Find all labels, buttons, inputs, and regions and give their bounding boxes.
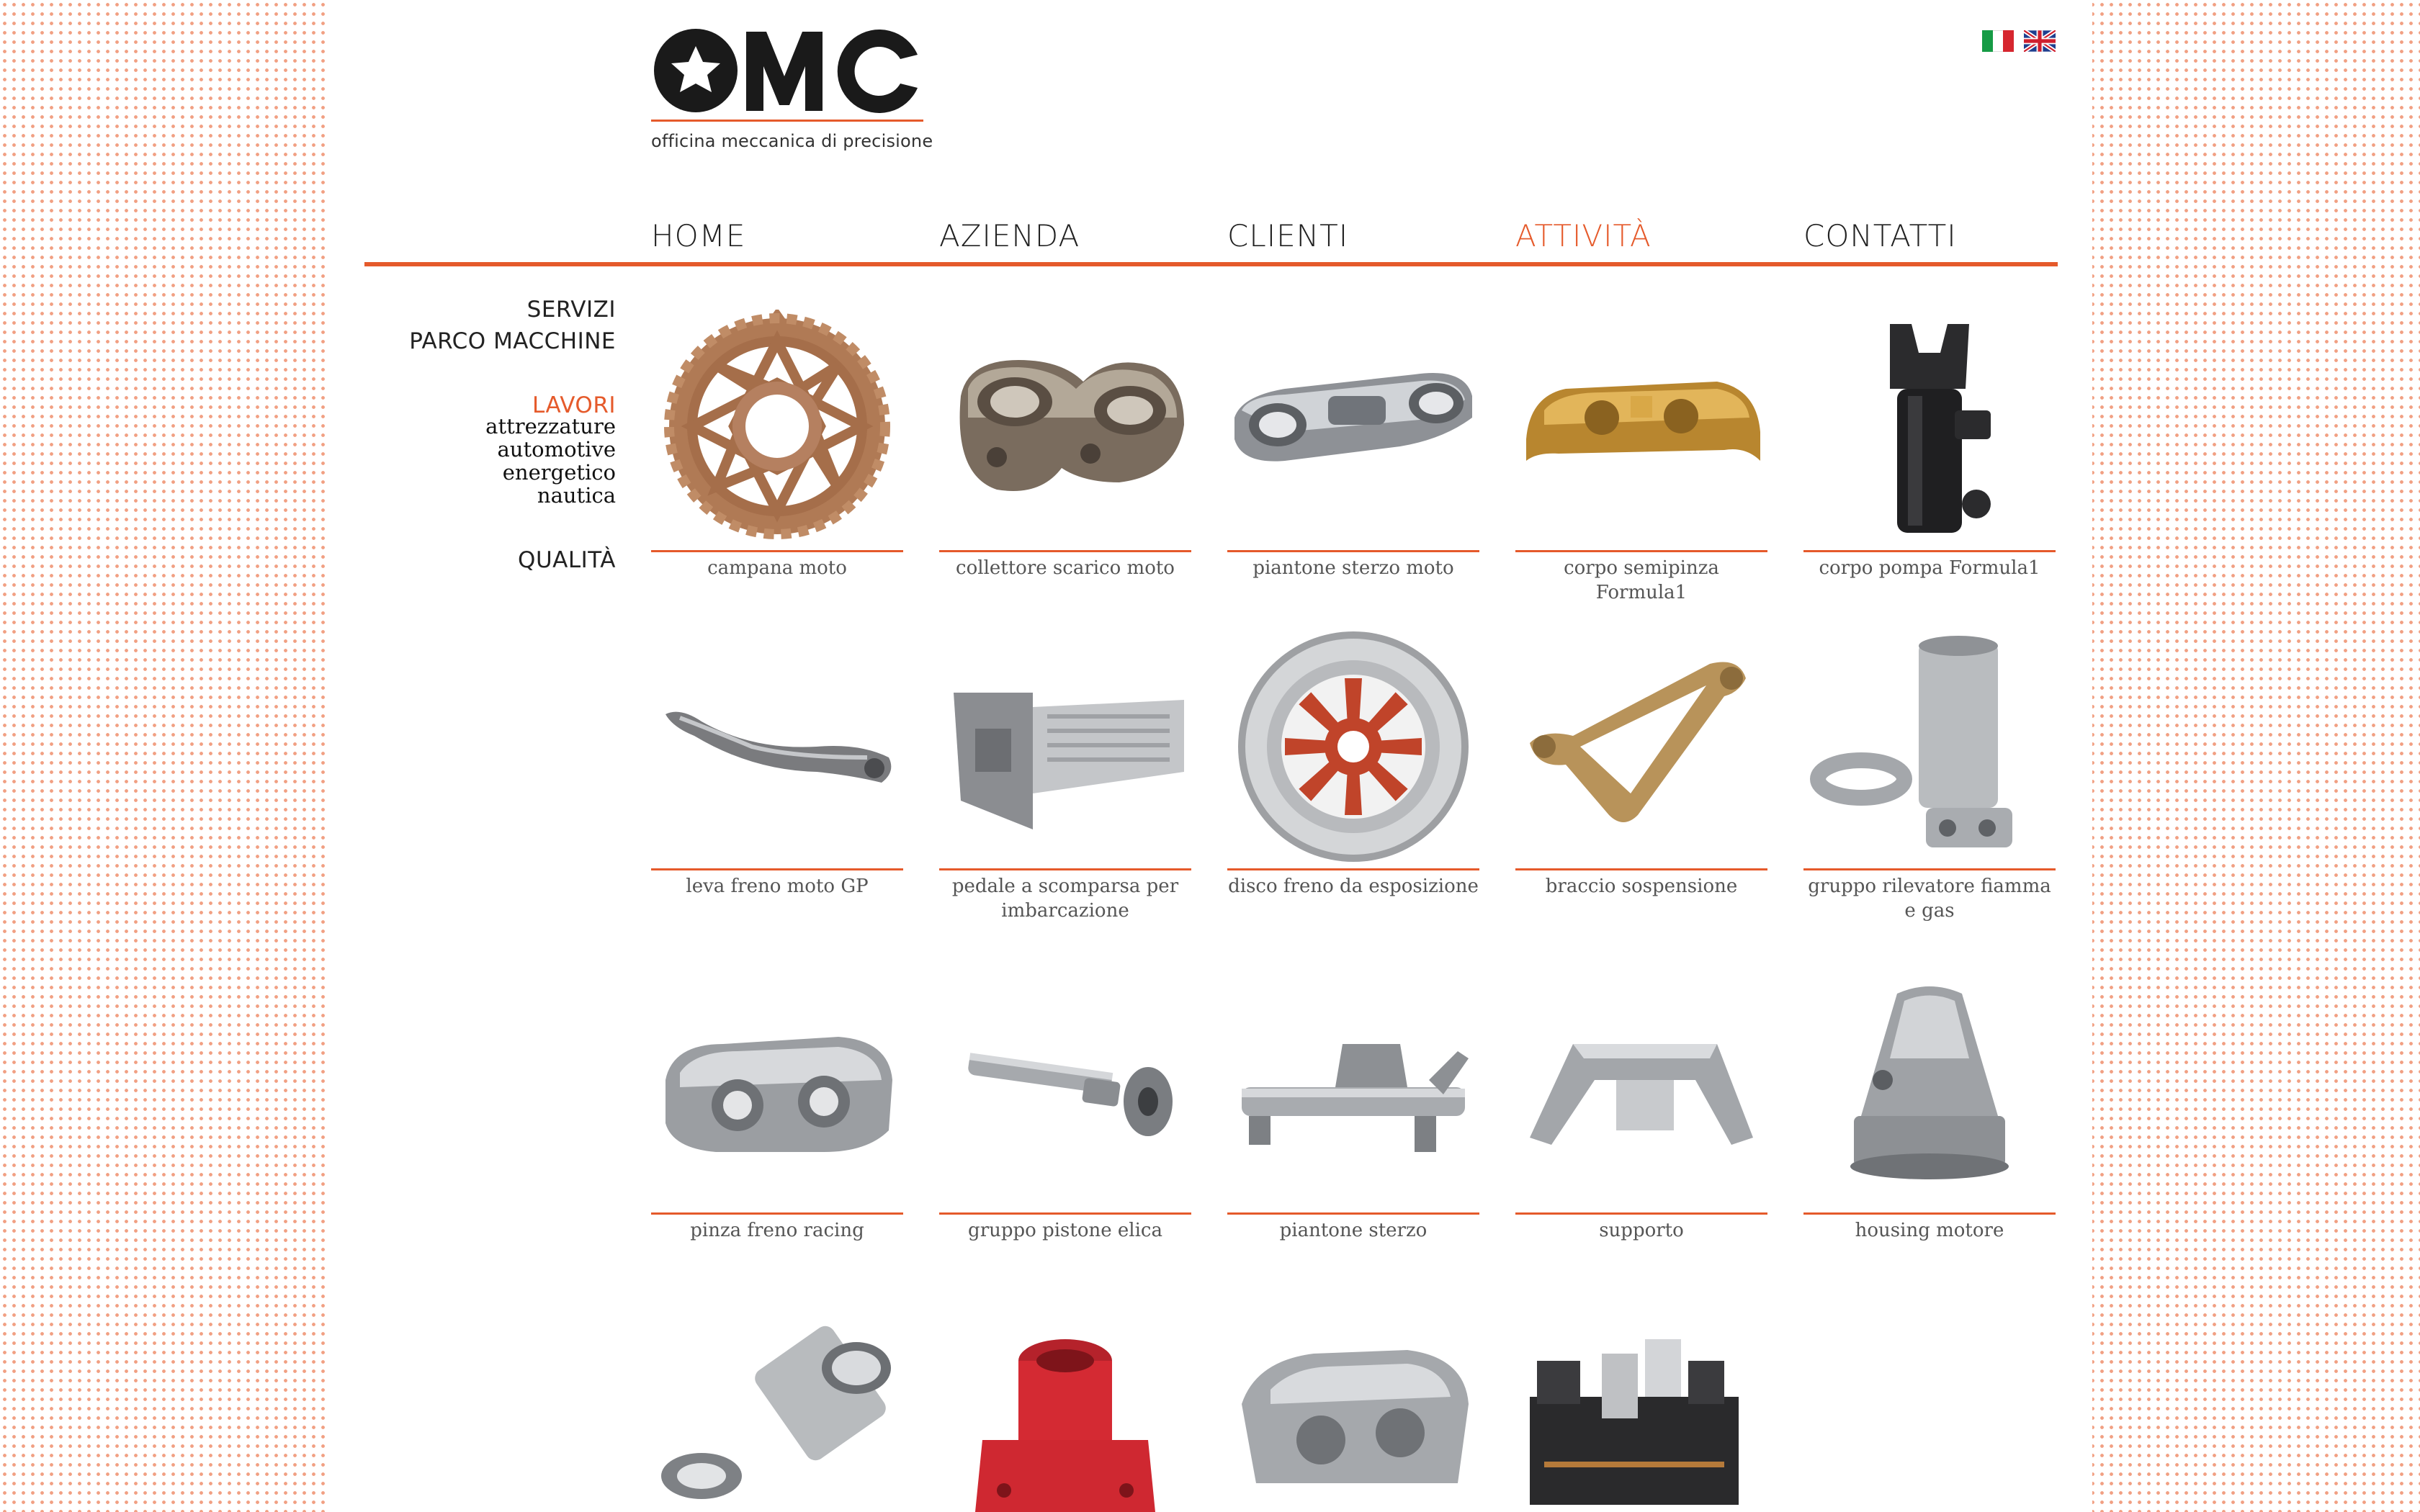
product-card[interactable] bbox=[1227, 1318, 1479, 1512]
product-caption: piantone sterzo moto bbox=[1252, 557, 1454, 579]
brake-disc-image bbox=[1238, 631, 1469, 862]
sidebar-item-servizi[interactable]: SERVIZI bbox=[527, 297, 616, 323]
product-card[interactable] bbox=[1515, 1318, 1767, 1512]
product-caption: braccio sospensione bbox=[1545, 876, 1738, 897]
flame-detector-image bbox=[1810, 636, 2012, 847]
cylinder-parts-image bbox=[661, 1326, 891, 1499]
product-caption: gruppo pistone elica bbox=[968, 1220, 1162, 1241]
product-caption: disco freno da esposizione bbox=[1228, 876, 1479, 897]
card-divider bbox=[651, 550, 903, 552]
product-card[interactable]: collettore scarico moto bbox=[939, 310, 1191, 590]
nav-clienti[interactable]: CLIENTI bbox=[1227, 218, 1348, 253]
suspension-arm-image bbox=[1530, 662, 1746, 822]
card-divider bbox=[651, 1212, 903, 1215]
card-divider bbox=[1803, 550, 2056, 552]
sidebar-item-qualita[interactable]: QUALITÀ bbox=[518, 547, 616, 573]
product-caption: supporto bbox=[1599, 1220, 1684, 1241]
brake-caliper-gold-image bbox=[1526, 382, 1760, 461]
red-housing-image bbox=[975, 1339, 1155, 1512]
card-divider bbox=[1803, 868, 2056, 870]
card-divider bbox=[1515, 550, 1767, 552]
product-caption: corpo semipinza Formula1 bbox=[1564, 557, 1719, 603]
product-caption: housing motore bbox=[1855, 1220, 2004, 1241]
card-divider bbox=[939, 550, 1191, 552]
motor-housing-image bbox=[1850, 986, 2009, 1179]
product-card[interactable]: supporto bbox=[1515, 972, 1767, 1246]
pump-body-image bbox=[1890, 324, 1991, 533]
nav-azienda[interactable]: AZIENDA bbox=[939, 218, 1080, 253]
card-divider bbox=[651, 868, 903, 870]
card-divider bbox=[1227, 868, 1479, 870]
product-card[interactable]: gruppo pistone elica bbox=[939, 972, 1191, 1246]
sidebar-subitem-nautica[interactable]: nautica bbox=[537, 484, 616, 507]
product-caption: gruppo rilevatore fiamma e gas bbox=[1808, 876, 2051, 922]
steering-yoke-image bbox=[1234, 373, 1472, 462]
sidebar-subitem-attrezzature[interactable]: attrezzature bbox=[485, 415, 616, 438]
product-caption: leva freno moto GP bbox=[686, 876, 869, 897]
product-caption: piantone sterzo bbox=[1279, 1220, 1428, 1241]
propeller-piston-image bbox=[968, 1053, 1173, 1136]
sidebar-subitem-energetico[interactable]: energetico bbox=[503, 461, 616, 484]
logo-tagline: officina meccanica di precisione bbox=[651, 131, 933, 151]
omc-logo-mark bbox=[654, 29, 918, 113]
card-divider bbox=[1227, 1212, 1479, 1215]
racing-caliper-image bbox=[666, 1037, 892, 1152]
logo[interactable]: officina meccanica di precisione bbox=[651, 26, 933, 163]
product-caption: collettore scarico moto bbox=[956, 557, 1175, 579]
italian-flag-icon[interactable] bbox=[1982, 30, 2015, 52]
product-card[interactable]: piantone sterzo moto bbox=[1227, 310, 1479, 590]
logo-underline bbox=[651, 120, 923, 122]
product-card[interactable] bbox=[939, 1318, 1191, 1512]
product-card[interactable]: piantone sterzo bbox=[1227, 972, 1479, 1246]
product-card[interactable]: corpo semipinza Formula1 bbox=[1515, 310, 1767, 603]
card-divider bbox=[1803, 1212, 2056, 1215]
card-divider bbox=[1515, 868, 1767, 870]
nav-contatti[interactable]: CONTATTI bbox=[1803, 218, 1957, 253]
fixture-assembly-image bbox=[1530, 1339, 1739, 1505]
product-caption: pinza freno racing bbox=[690, 1220, 864, 1241]
steering-column-image bbox=[1242, 1044, 1469, 1152]
brake-lever-image bbox=[666, 711, 892, 783]
sidebar-subitem-automotive[interactable]: automotive bbox=[497, 438, 616, 461]
nav-home[interactable]: HOME bbox=[651, 218, 745, 253]
card-divider bbox=[939, 1212, 1191, 1215]
product-card[interactable]: braccio sospensione bbox=[1515, 628, 1767, 930]
nav-attivita[interactable]: ATTIVITÀ bbox=[1515, 218, 1652, 253]
product-caption: corpo pompa Formula1 bbox=[1819, 557, 2040, 579]
product-card[interactable]: corpo pompa Formula1 bbox=[1803, 310, 2056, 590]
product-caption: pedale a scomparsa per imbarcazione bbox=[951, 876, 1179, 922]
product-card[interactable]: leva freno moto GP bbox=[651, 628, 903, 930]
card-divider bbox=[1515, 1212, 1767, 1215]
sidebar-item-parco-macchine[interactable]: PARCO MACCHINE bbox=[409, 328, 616, 354]
exhaust-manifold-image bbox=[959, 360, 1184, 491]
sprocket-image bbox=[664, 310, 890, 539]
product-card[interactable]: disco freno da esposizione bbox=[1227, 628, 1479, 930]
product-card[interactable] bbox=[651, 1318, 903, 1512]
product-caption: campana moto bbox=[707, 557, 847, 579]
nav-divider bbox=[364, 262, 2058, 266]
card-divider bbox=[1227, 550, 1479, 552]
product-card[interactable]: pedale a scomparsa per imbarcazione bbox=[939, 628, 1191, 930]
product-card[interactable]: pinza freno racing bbox=[651, 972, 903, 1246]
product-card[interactable]: housing motore bbox=[1803, 972, 2056, 1246]
product-card[interactable]: campana moto bbox=[651, 310, 903, 590]
boat-pedal-image bbox=[954, 693, 1184, 829]
card-divider bbox=[939, 868, 1191, 870]
aluminum-caliper-image bbox=[1242, 1350, 1469, 1483]
product-card[interactable]: gruppo rilevatore fiamma e gas bbox=[1803, 628, 2056, 930]
support-bracket-image bbox=[1530, 1044, 1753, 1145]
uk-flag-icon[interactable] bbox=[2024, 30, 2056, 52]
